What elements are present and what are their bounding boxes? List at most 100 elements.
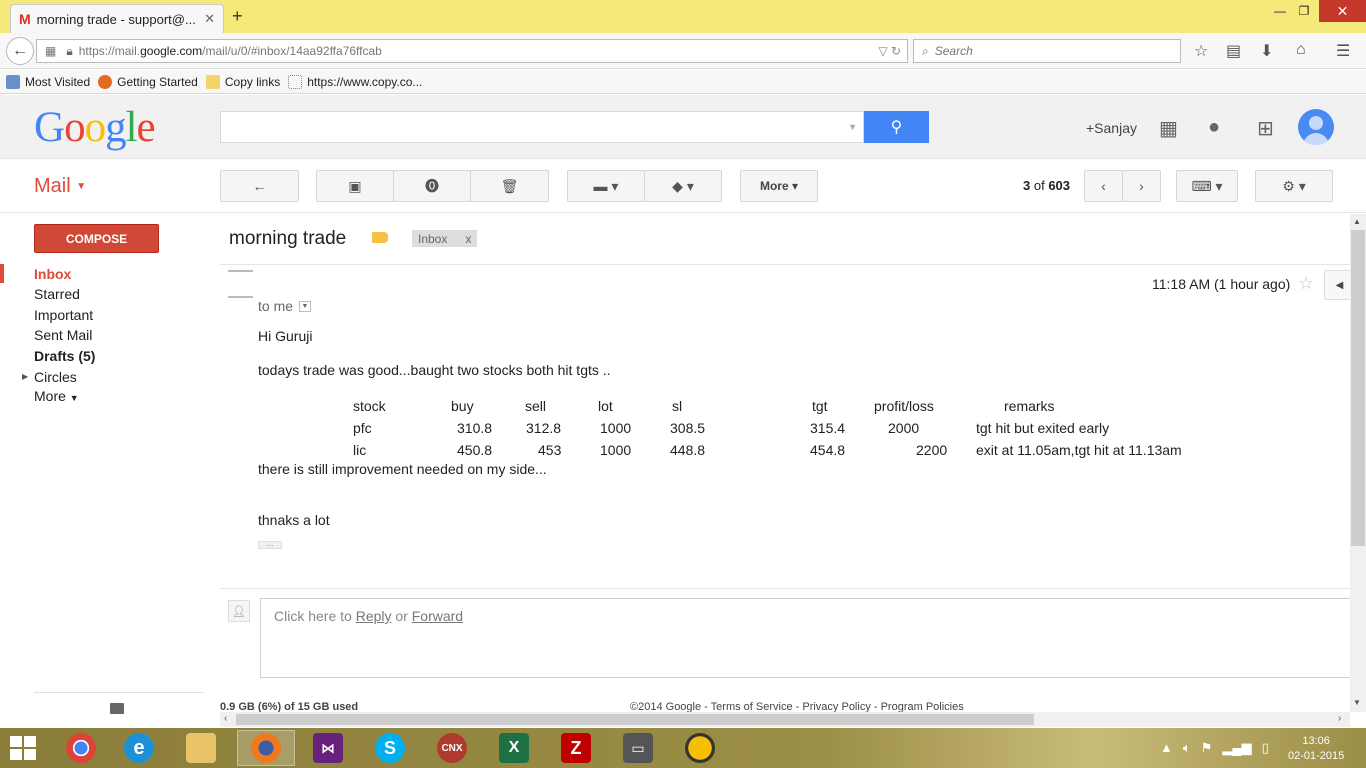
- internet-explorer-icon: e: [124, 733, 154, 763]
- tray-arrow-icon[interactable]: ▲: [1160, 740, 1173, 756]
- restore-button[interactable]: ❐: [1290, 0, 1318, 22]
- chrome-taskbar-button[interactable]: [52, 730, 110, 766]
- table-header: lot: [598, 398, 613, 414]
- forward-link[interactable]: Forward: [412, 608, 463, 624]
- back-to-inbox-button[interactable]: ←: [220, 170, 299, 202]
- battery-icon[interactable]: ▯: [1262, 740, 1269, 756]
- start-button[interactable]: [10, 736, 38, 760]
- importance-marker-icon[interactable]: [372, 232, 388, 243]
- clock-date: 02-01-2015: [1288, 750, 1345, 762]
- message-line: there is still improvement needed on my …: [258, 461, 547, 477]
- back-button[interactable]: ←: [6, 37, 34, 65]
- url-bar[interactable]: ▦ 🔒︎ https://mail.google.com/mail/u/0/#i…: [36, 39, 908, 63]
- app-taskbar-button[interactable]: ▭: [609, 730, 667, 766]
- recipient-line: to me ▼: [258, 298, 312, 314]
- nav-circles[interactable]: Circles: [34, 369, 77, 385]
- gmail-search-input[interactable]: ▼: [220, 111, 864, 143]
- expand-circles-icon[interactable]: ▶: [22, 372, 28, 381]
- bookmark-most-visited[interactable]: Most Visited: [6, 74, 90, 89]
- label-text: Inbox: [418, 231, 448, 246]
- spam-icon: ⓿: [425, 178, 439, 194]
- horizontal-scrollbar[interactable]: ‹ ›: [220, 712, 1350, 727]
- gmail-favicon-icon: M: [19, 11, 31, 27]
- share-icon[interactable]: ⊞: [1257, 116, 1274, 141]
- remove-label-button[interactable]: x: [465, 232, 471, 246]
- skype-taskbar-button[interactable]: S: [361, 730, 419, 766]
- menu-icon[interactable]: ☰: [1336, 41, 1350, 61]
- message-signoff: thnaks a lot: [258, 512, 330, 528]
- input-tools-button[interactable]: ⌨ ▾: [1176, 170, 1238, 202]
- new-tab-button[interactable]: +: [232, 6, 243, 27]
- more-button[interactable]: More ▾: [740, 170, 818, 202]
- home-icon[interactable]: ⌂: [1296, 41, 1306, 59]
- nav-more[interactable]: More ▼: [34, 388, 79, 404]
- nav-drafts[interactable]: Drafts (5): [34, 348, 95, 364]
- cnx-taskbar-button[interactable]: CNX: [423, 730, 481, 766]
- tag-icon: ◆ ▾: [672, 177, 694, 194]
- visual-studio-taskbar-button[interactable]: ⋈: [299, 730, 357, 766]
- bookmark-star-icon[interactable]: ☆: [1194, 41, 1208, 61]
- nav-starred[interactable]: Starred: [34, 286, 80, 302]
- star-icon[interactable]: ☆: [1298, 273, 1314, 294]
- reply-link[interactable]: Reply: [356, 608, 392, 624]
- bookmarks-bar: Most Visited Getting Started Copy links …: [0, 70, 1366, 94]
- reload-icon[interactable]: ▽ ↻: [878, 44, 901, 58]
- firefox-taskbar-button[interactable]: [237, 730, 295, 766]
- search-options-icon[interactable]: ▼: [848, 122, 857, 132]
- newer-button[interactable]: ‹: [1084, 170, 1123, 202]
- window-close-button[interactable]: ✕: [1319, 0, 1366, 22]
- flag-icon[interactable]: ⚑: [1201, 740, 1213, 756]
- compose-button[interactable]: COMPOSE: [34, 224, 159, 253]
- show-trimmed-content-button[interactable]: ...: [258, 540, 282, 549]
- notifications-icon[interactable]: ●: [1208, 116, 1220, 139]
- report-spam-button[interactable]: ⓿: [393, 170, 471, 202]
- message-subject: morning trade: [229, 228, 347, 249]
- settings-button[interactable]: ⚙ ▾: [1255, 170, 1333, 202]
- google-logo[interactable]: Google: [34, 103, 156, 152]
- tab-close-icon[interactable]: ✕: [204, 11, 215, 27]
- browser-titlebar: M morning trade - support@... ✕ + — ❐ ✕: [0, 0, 1366, 33]
- search-field[interactable]: ⌕ Search: [913, 39, 1181, 63]
- browser-tab[interactable]: M morning trade - support@... ✕: [10, 4, 224, 33]
- bookmark-copy-links[interactable]: Copy links: [205, 74, 280, 89]
- download-icon[interactable]: ⬇: [1260, 41, 1273, 61]
- volume-icon[interactable]: 🔈︎: [1183, 740, 1191, 756]
- gmail-search-button[interactable]: ⚲: [864, 111, 929, 143]
- system-tray[interactable]: ▲ 🔈︎ ⚑ ▂▄▆ ▯: [1160, 740, 1269, 756]
- nav-sent-mail[interactable]: Sent Mail: [34, 327, 92, 343]
- archive-button[interactable]: ▣: [316, 170, 394, 202]
- media-player-icon: [685, 733, 715, 763]
- labels-button[interactable]: ◆ ▾: [644, 170, 722, 202]
- google-plus-link[interactable]: +Sanjay: [1086, 120, 1137, 136]
- trash-icon: 🗑︎: [500, 177, 519, 194]
- avatar[interactable]: [1298, 109, 1334, 145]
- bookmarks-menu-icon[interactable]: ▤: [1226, 41, 1241, 61]
- chat-icon[interactable]: [110, 703, 124, 714]
- network-icon[interactable]: ▂▄▆: [1222, 740, 1251, 756]
- filezilla-taskbar-button[interactable]: Z: [547, 730, 605, 766]
- nav-inbox[interactable]: Inbox: [34, 266, 71, 282]
- url-text: https://mail.google.com/mail/u/0/#inbox/…: [78, 44, 382, 58]
- show-details-icon[interactable]: ▼: [299, 300, 312, 312]
- ie-taskbar-button[interactable]: e: [110, 730, 168, 766]
- taskbar-clock[interactable]: 13:06 02-01-2015: [1288, 734, 1344, 764]
- bookmark-copy-com[interactable]: https://www.copy.co...: [288, 74, 422, 89]
- nav-important[interactable]: Important: [34, 307, 93, 323]
- media-taskbar-button[interactable]: [671, 730, 729, 766]
- explorer-taskbar-button[interactable]: [172, 730, 230, 766]
- table-cell: 1000: [600, 420, 632, 436]
- reply-prompt: Click here to Reply or Forward: [274, 608, 464, 624]
- move-to-button[interactable]: ▬ ▾: [567, 170, 645, 202]
- folder-icon: ▬ ▾: [593, 177, 619, 194]
- older-button[interactable]: ›: [1122, 170, 1161, 202]
- vertical-scrollbar[interactable]: ▲ ▼: [1350, 214, 1366, 712]
- pagination-count: 3 of 603: [1023, 178, 1071, 193]
- table-cell: 450.8: [457, 442, 493, 458]
- mail-switcher[interactable]: Mail ▼: [34, 175, 86, 198]
- excel-taskbar-button[interactable]: X: [485, 730, 543, 766]
- windows-taskbar: e ⋈ S CNX X Z ▭ ▲ 🔈︎ ⚑ ▂▄▆ ▯: [0, 728, 1366, 768]
- lock-icon: 🔒︎: [66, 43, 73, 58]
- bookmark-getting-started[interactable]: Getting Started: [98, 74, 198, 89]
- apps-icon[interactable]: ▦: [1159, 116, 1178, 141]
- delete-button[interactable]: 🗑︎: [470, 170, 549, 202]
